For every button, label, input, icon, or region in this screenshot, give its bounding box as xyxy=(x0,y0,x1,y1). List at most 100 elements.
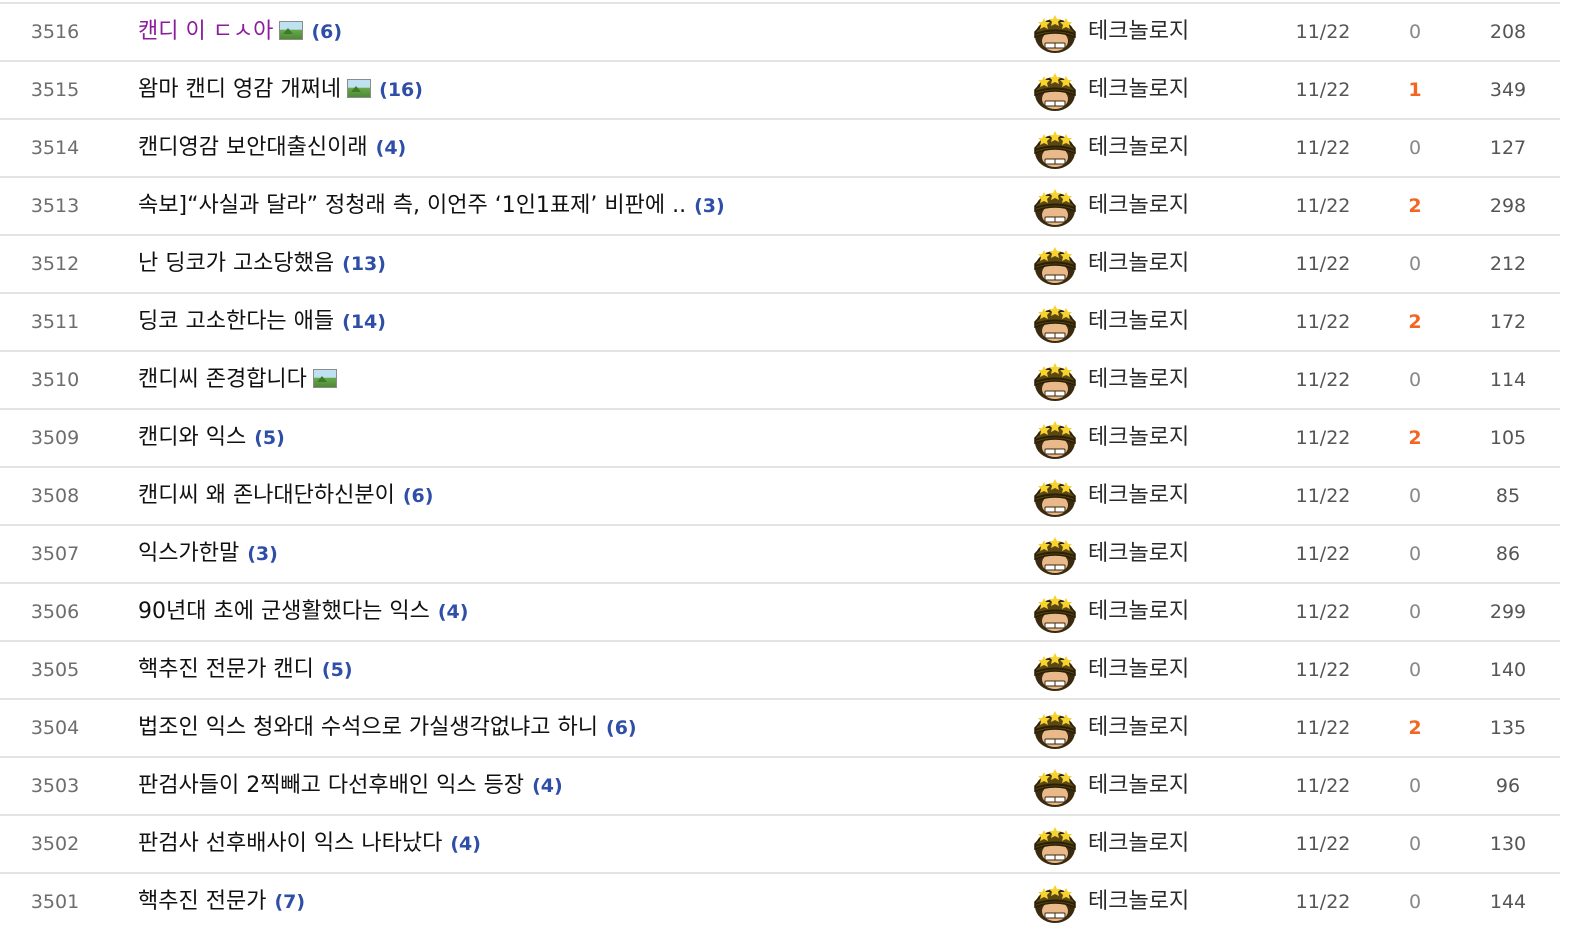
post-row: 3508 캔디씨 왜 존나대단하신분이 (6) 테크놀로지 11/22 0 85 xyxy=(0,466,1560,524)
post-title-link[interactable]: 속보]“사실과 달라” 정청래 측, 이언주 ‘1인1표제’ 비판에 .. (3) xyxy=(138,178,1018,234)
post-number: 3509 xyxy=(30,427,80,449)
post-author[interactable]: 테크놀로지 xyxy=(1088,816,1189,872)
post-number: 3502 xyxy=(30,833,80,855)
post-author[interactable]: 테크놀로지 xyxy=(1088,874,1189,930)
post-author[interactable]: 테크놀로지 xyxy=(1088,62,1189,118)
post-title-text: 딩코 고소한다는 애들 xyxy=(138,309,335,334)
post-date: 11/22 xyxy=(1295,195,1351,217)
comment-count[interactable]: (5) xyxy=(254,427,285,449)
post-date: 11/22 xyxy=(1295,21,1351,43)
post-number: 3514 xyxy=(30,137,80,159)
post-author[interactable]: 테크놀로지 xyxy=(1088,120,1189,176)
post-title-link[interactable]: 판검사들이 2찍빼고 다선후배인 익스 등장 (4) xyxy=(138,758,1018,814)
comment-count[interactable]: (6) xyxy=(403,485,434,507)
view-count: 130 xyxy=(1489,833,1527,855)
recommend-count: 0 xyxy=(1408,369,1422,391)
view-count: 208 xyxy=(1489,21,1527,43)
post-title-text: 법조인 익스 청와대 수석으로 가실생각없냐고 하니 xyxy=(138,715,599,740)
post-list: 3516 캔디 이 ㄷㅅ아 (6) 테크놀로지 11/22 0 208 3515 … xyxy=(0,0,1560,934)
post-date: 11/22 xyxy=(1295,485,1351,507)
user-avatar-icon xyxy=(1034,131,1076,169)
comment-count[interactable]: (14) xyxy=(342,311,386,333)
recommend-count: 0 xyxy=(1408,775,1422,797)
comment-count[interactable]: (5) xyxy=(322,659,353,681)
comment-count[interactable]: (4) xyxy=(532,775,563,797)
view-count: 172 xyxy=(1489,311,1527,333)
view-count: 127 xyxy=(1489,137,1527,159)
post-author[interactable]: 테크놀로지 xyxy=(1088,526,1189,582)
post-title-link[interactable]: 캔디씨 존경합니다 xyxy=(138,352,1018,408)
view-count: 85 xyxy=(1495,485,1521,507)
post-author[interactable]: 테크놀로지 xyxy=(1088,584,1189,640)
post-number: 3511 xyxy=(30,311,80,333)
post-date: 11/22 xyxy=(1295,891,1351,913)
post-title-link[interactable]: 익스가한말 (3) xyxy=(138,526,1018,582)
post-row: 3515 왐마 캔디 영감 개쩌네 (16) 테크놀로지 11/22 1 349 xyxy=(0,60,1560,118)
post-title-link[interactable]: 왐마 캔디 영감 개쩌네 (16) xyxy=(138,62,1018,118)
comment-count[interactable]: (4) xyxy=(438,601,469,623)
post-author[interactable]: 테크놀로지 xyxy=(1088,4,1189,60)
comment-count[interactable]: (13) xyxy=(342,253,386,275)
post-number: 3515 xyxy=(30,79,80,101)
post-author[interactable]: 테크놀로지 xyxy=(1088,236,1189,292)
comment-count[interactable]: (6) xyxy=(311,21,342,43)
image-attachment-icon xyxy=(347,79,372,98)
post-title-link[interactable]: 90년대 초에 군생활했다는 익스 (4) xyxy=(138,584,1018,640)
post-title-link[interactable]: 캔디영감 보안대출신이래 (4) xyxy=(138,120,1018,176)
user-avatar-icon xyxy=(1034,711,1076,749)
post-row: 3505 핵추진 전문가 캔디 (5) 테크놀로지 11/22 0 140 xyxy=(0,640,1560,698)
post-row: 3503 판검사들이 2찍빼고 다선후배인 익스 등장 (4) 테크놀로지 11/… xyxy=(0,756,1560,814)
post-title-link[interactable]: 법조인 익스 청와대 수석으로 가실생각없냐고 하니 (6) xyxy=(138,700,1018,756)
user-avatar-icon xyxy=(1034,247,1076,285)
post-date: 11/22 xyxy=(1295,659,1351,681)
post-author[interactable]: 테크놀로지 xyxy=(1088,468,1189,524)
post-row: 3506 90년대 초에 군생활했다는 익스 (4) 테크놀로지 11/22 0 … xyxy=(0,582,1560,640)
post-title-link[interactable]: 딩코 고소한다는 애들 (14) xyxy=(138,294,1018,350)
view-count: 135 xyxy=(1489,717,1527,739)
post-author[interactable]: 테크놀로지 xyxy=(1088,758,1189,814)
post-title-text: 캔디와 익스 xyxy=(138,425,247,450)
post-date: 11/22 xyxy=(1295,427,1351,449)
post-title-text: 난 딩코가 고소당했음 xyxy=(138,251,335,276)
post-title-link[interactable]: 핵추진 전문가 (7) xyxy=(138,874,1018,930)
post-title-text: 왐마 캔디 영감 개쩌네 xyxy=(138,77,342,102)
post-author[interactable]: 테크놀로지 xyxy=(1088,410,1189,466)
post-title-text: 핵추진 전문가 xyxy=(138,889,267,914)
post-title-text: 90년대 초에 군생활했다는 익스 xyxy=(138,599,430,624)
post-author[interactable]: 테크놀로지 xyxy=(1088,642,1189,698)
post-row: 3507 익스가한말 (3) 테크놀로지 11/22 0 86 xyxy=(0,524,1560,582)
post-author[interactable]: 테크놀로지 xyxy=(1088,294,1189,350)
user-avatar-icon xyxy=(1034,653,1076,691)
recommend-count: 1 xyxy=(1408,79,1422,101)
view-count: 140 xyxy=(1489,659,1527,681)
post-number: 3505 xyxy=(30,659,80,681)
recommend-count: 0 xyxy=(1408,543,1422,565)
post-author[interactable]: 테크놀로지 xyxy=(1088,352,1189,408)
post-title-text: 캔디영감 보안대출신이래 xyxy=(138,135,368,160)
comment-count[interactable]: (6) xyxy=(606,717,637,739)
post-number: 3512 xyxy=(30,253,80,275)
comment-count[interactable]: (16) xyxy=(379,79,423,101)
post-title-link[interactable]: 판검사 선후배사이 익스 나타났다 (4) xyxy=(138,816,1018,872)
image-attachment-icon xyxy=(279,21,304,40)
post-title-link[interactable]: 캔디 이 ㄷㅅ아 (6) xyxy=(138,4,1018,60)
post-title-link[interactable]: 난 딩코가 고소당했음 (13) xyxy=(138,236,1018,292)
comment-count[interactable]: (3) xyxy=(694,195,725,217)
post-title-link[interactable]: 캔디씨 왜 존나대단하신분이 (6) xyxy=(138,468,1018,524)
comment-count[interactable]: (4) xyxy=(376,137,407,159)
post-row: 3512 난 딩코가 고소당했음 (13) 테크놀로지 11/22 0 212 xyxy=(0,234,1560,292)
recommend-count: 0 xyxy=(1408,833,1422,855)
post-title-link[interactable]: 핵추진 전문가 캔디 (5) xyxy=(138,642,1018,698)
comment-count[interactable]: (7) xyxy=(274,891,305,913)
user-avatar-icon xyxy=(1034,827,1076,865)
post-author[interactable]: 테크놀로지 xyxy=(1088,700,1189,756)
comment-count[interactable]: (4) xyxy=(450,833,481,855)
user-avatar-icon xyxy=(1034,769,1076,807)
user-avatar-icon xyxy=(1034,421,1076,459)
comment-count[interactable]: (3) xyxy=(247,543,278,565)
view-count: 212 xyxy=(1489,253,1527,275)
post-number: 3508 xyxy=(30,485,80,507)
post-title-link[interactable]: 캔디와 익스 (5) xyxy=(138,410,1018,466)
post-row: 3513 속보]“사실과 달라” 정청래 측, 이언주 ‘1인1표제’ 비판에 … xyxy=(0,176,1560,234)
post-author[interactable]: 테크놀로지 xyxy=(1088,178,1189,234)
